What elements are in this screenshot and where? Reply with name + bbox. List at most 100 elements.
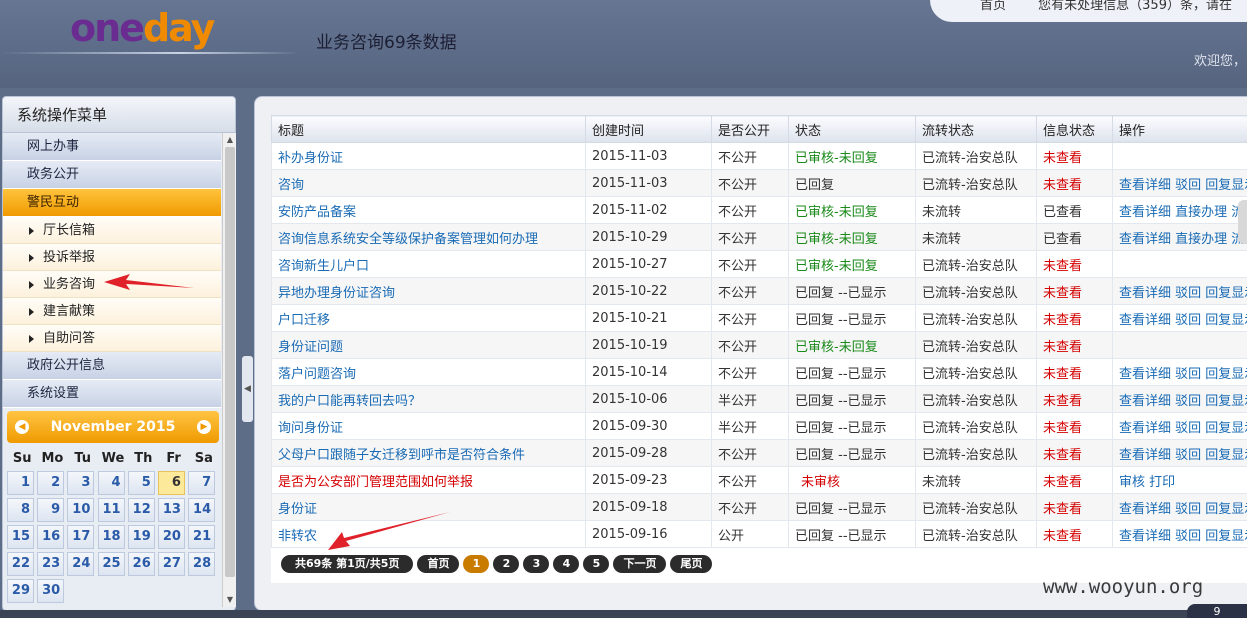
next-page-button[interactable]: 下一页 [613,555,667,573]
inquiry-title-link[interactable]: 身份证问题 [271,331,586,359]
created-date: 2015-10-14 [585,358,712,386]
review-status: 已审核-未回复 [788,142,916,170]
inquiry-title-link[interactable]: 户口迁移 [271,304,586,332]
home-link[interactable]: 首页 [980,0,1006,13]
inquiry-title-link[interactable]: 咨询新生儿户口 [271,250,586,278]
menu-item-director-mailbox[interactable]: 厅长信箱 [3,217,221,244]
menu-item-business-inquiry[interactable]: 业务咨询 [3,271,221,298]
calendar-day[interactable]: 18 [97,525,125,549]
row-action-links[interactable]: 查看详细 驳回 回复显示 [1119,367,1247,382]
menu-group-online-services[interactable]: 网上办事 [3,133,221,161]
calendar-day[interactable]: 24 [67,552,95,576]
inquiry-title-link[interactable]: 落户问题咨询 [271,358,586,386]
row-action-links[interactable]: 查看详细 驳回 回复显示 [1119,502,1247,517]
row-action-links[interactable]: 审核 打印 [1119,475,1175,490]
inquiry-title-link[interactable]: 异地办理身份证咨询 [271,277,586,305]
calendar-day[interactable]: 20 [157,525,185,549]
row-actions: 查看详细 直接办理 流转 [1112,196,1247,224]
page-button-1[interactable]: 1 [463,555,490,573]
column-header: 标题 [271,115,586,143]
created-date: 2015-11-03 [585,169,712,197]
calendar-day[interactable]: 23 [37,552,65,576]
page-button-4[interactable]: 4 [553,555,580,573]
row-actions: 查看详细 直接办理 流转 [1112,223,1247,251]
calendar-day[interactable]: 22 [7,552,34,576]
row-action-links[interactable]: 查看详细 驳回 回复显示 [1119,286,1247,301]
row-action-links[interactable]: 查看详细 驳回 回复显示 [1119,448,1247,463]
scrollbar-thumb[interactable] [225,147,235,577]
watermark: www.wooyun.org [1043,576,1204,598]
sidebar-collapse-handle[interactable]: ◀ [242,356,253,422]
chevron-right-icon[interactable]: ▶ [197,420,211,434]
inquiry-title-link[interactable]: 父母户口跟随子女迁移到呼市是否符合条件 [271,439,586,467]
calendar-day[interactable]: 26 [127,552,155,576]
row-action-links[interactable]: 查看详细 直接办理 流转 [1119,232,1247,247]
calendar-day[interactable]: 12 [127,498,155,522]
inquiry-title-link[interactable]: 是否为公安部门管理范围如何举报 [271,466,586,494]
inquiry-title-link[interactable]: 咨询信息系统安全等级保护备案管理如何办理 [271,223,586,251]
calendar-day[interactable]: 6 [157,471,185,495]
calendar-day[interactable]: 25 [97,552,125,576]
row-action-links[interactable]: 查看详细 驳回 回复显示 [1119,529,1247,544]
page-button-5[interactable]: 5 [583,555,610,573]
calendar-day[interactable]: 7 [188,471,216,495]
scroll-down-icon[interactable]: ▼ [225,595,235,605]
calendar-day[interactable]: 16 [37,525,65,549]
row-action-links[interactable]: 查看详细 直接办理 流转 [1119,205,1247,220]
row-action-links[interactable]: 查看详细 驳回 回复显示 [1119,178,1247,193]
first-page-button[interactable]: 首页 [417,555,460,573]
info-status: 未查看 [1036,466,1113,494]
inquiry-title-link[interactable]: 咨询 [271,169,586,197]
calendar-day[interactable]: 27 [157,552,185,576]
inquiry-title-link[interactable]: 我的户口能再转回去吗？ [271,385,586,413]
menu-group-system-settings[interactable]: 系统设置 [3,380,221,408]
page-button-3[interactable]: 3 [523,555,550,573]
calendar-day[interactable]: 14 [188,498,216,522]
scroll-up-icon[interactable]: ▲ [225,135,235,145]
sidebar-scrollbar[interactable]: ▲ ▼ [222,133,236,607]
flow-status: 未流转 [915,223,1037,251]
calendar-day[interactable]: 13 [157,498,185,522]
calendar-day[interactable]: 9 [37,498,65,522]
calendar-day[interactable]: 21 [188,525,216,549]
oneday-logo[interactable]: oneday [70,8,245,48]
menu-item-complaints[interactable]: 投诉举报 [3,244,221,271]
menu-group-police-interaction[interactable]: 警民互动 [3,189,221,217]
main-panel: 标题 创建时间 是否公开 状态 流转状态 信息状态 操作 补办身份证 2015-11-03 不公… [254,96,1247,611]
menu-item-self-help-qa[interactable]: 自助问答 [3,325,221,352]
inquiry-title-link[interactable]: 安防产品备案 [271,196,586,224]
last-page-button[interactable]: 尾页 [670,555,713,573]
inquiry-title-link[interactable]: 非转农 [271,520,586,548]
calendar-day[interactable]: 5 [127,471,155,495]
review-status: 已审核-未回复 [788,331,916,359]
chevron-left-icon[interactable]: ◀ [15,420,29,434]
calendar-day[interactable]: 8 [7,498,34,522]
calendar-day[interactable]: 30 [37,579,65,603]
sidebar-menu: 网上办事 政务公开 警民互动 厅长信箱 投诉举报 业务咨询 建言献策 自助问答 … [3,133,221,408]
calendar-day[interactable]: 29 [7,579,34,603]
menu-item-suggestions[interactable]: 建言献策 [3,298,221,325]
calendar-day[interactable]: 4 [97,471,125,495]
info-status: 未查看 [1036,169,1113,197]
calendar-day[interactable]: 2 [37,471,65,495]
side-scroll-tab[interactable] [1238,200,1247,244]
row-action-links[interactable]: 查看详细 驳回 回复显示 [1119,313,1247,328]
calendar-day[interactable]: 17 [67,525,95,549]
calendar-day[interactable]: 1 [7,471,34,495]
calendar-day[interactable]: 11 [97,498,125,522]
calendar-day[interactable]: 19 [127,525,155,549]
inquiry-title-link[interactable]: 补办身份证 [271,142,586,170]
inquiry-title-link[interactable]: 询问身份证 [271,412,586,440]
page-button-2[interactable]: 2 [493,555,520,573]
calendar-day[interactable]: 10 [67,498,95,522]
row-action-links[interactable]: 查看详细 驳回 回复显示 [1119,421,1247,436]
calendar-day[interactable]: 3 [67,471,95,495]
inquiry-title-link[interactable]: 身份证 [271,493,586,521]
calendar-day[interactable]: 28 [188,552,216,576]
menu-group-government-affairs[interactable]: 政务公开 [3,161,221,189]
flow-status: 未流转 [915,466,1037,494]
row-action-links[interactable]: 查看详细 驳回 回复显示 [1119,394,1247,409]
menu-group-public-info[interactable]: 政府公开信息 [3,352,221,380]
row-actions: 查看详细 驳回 回复显示 [1112,439,1247,467]
calendar-day[interactable]: 15 [7,525,34,549]
